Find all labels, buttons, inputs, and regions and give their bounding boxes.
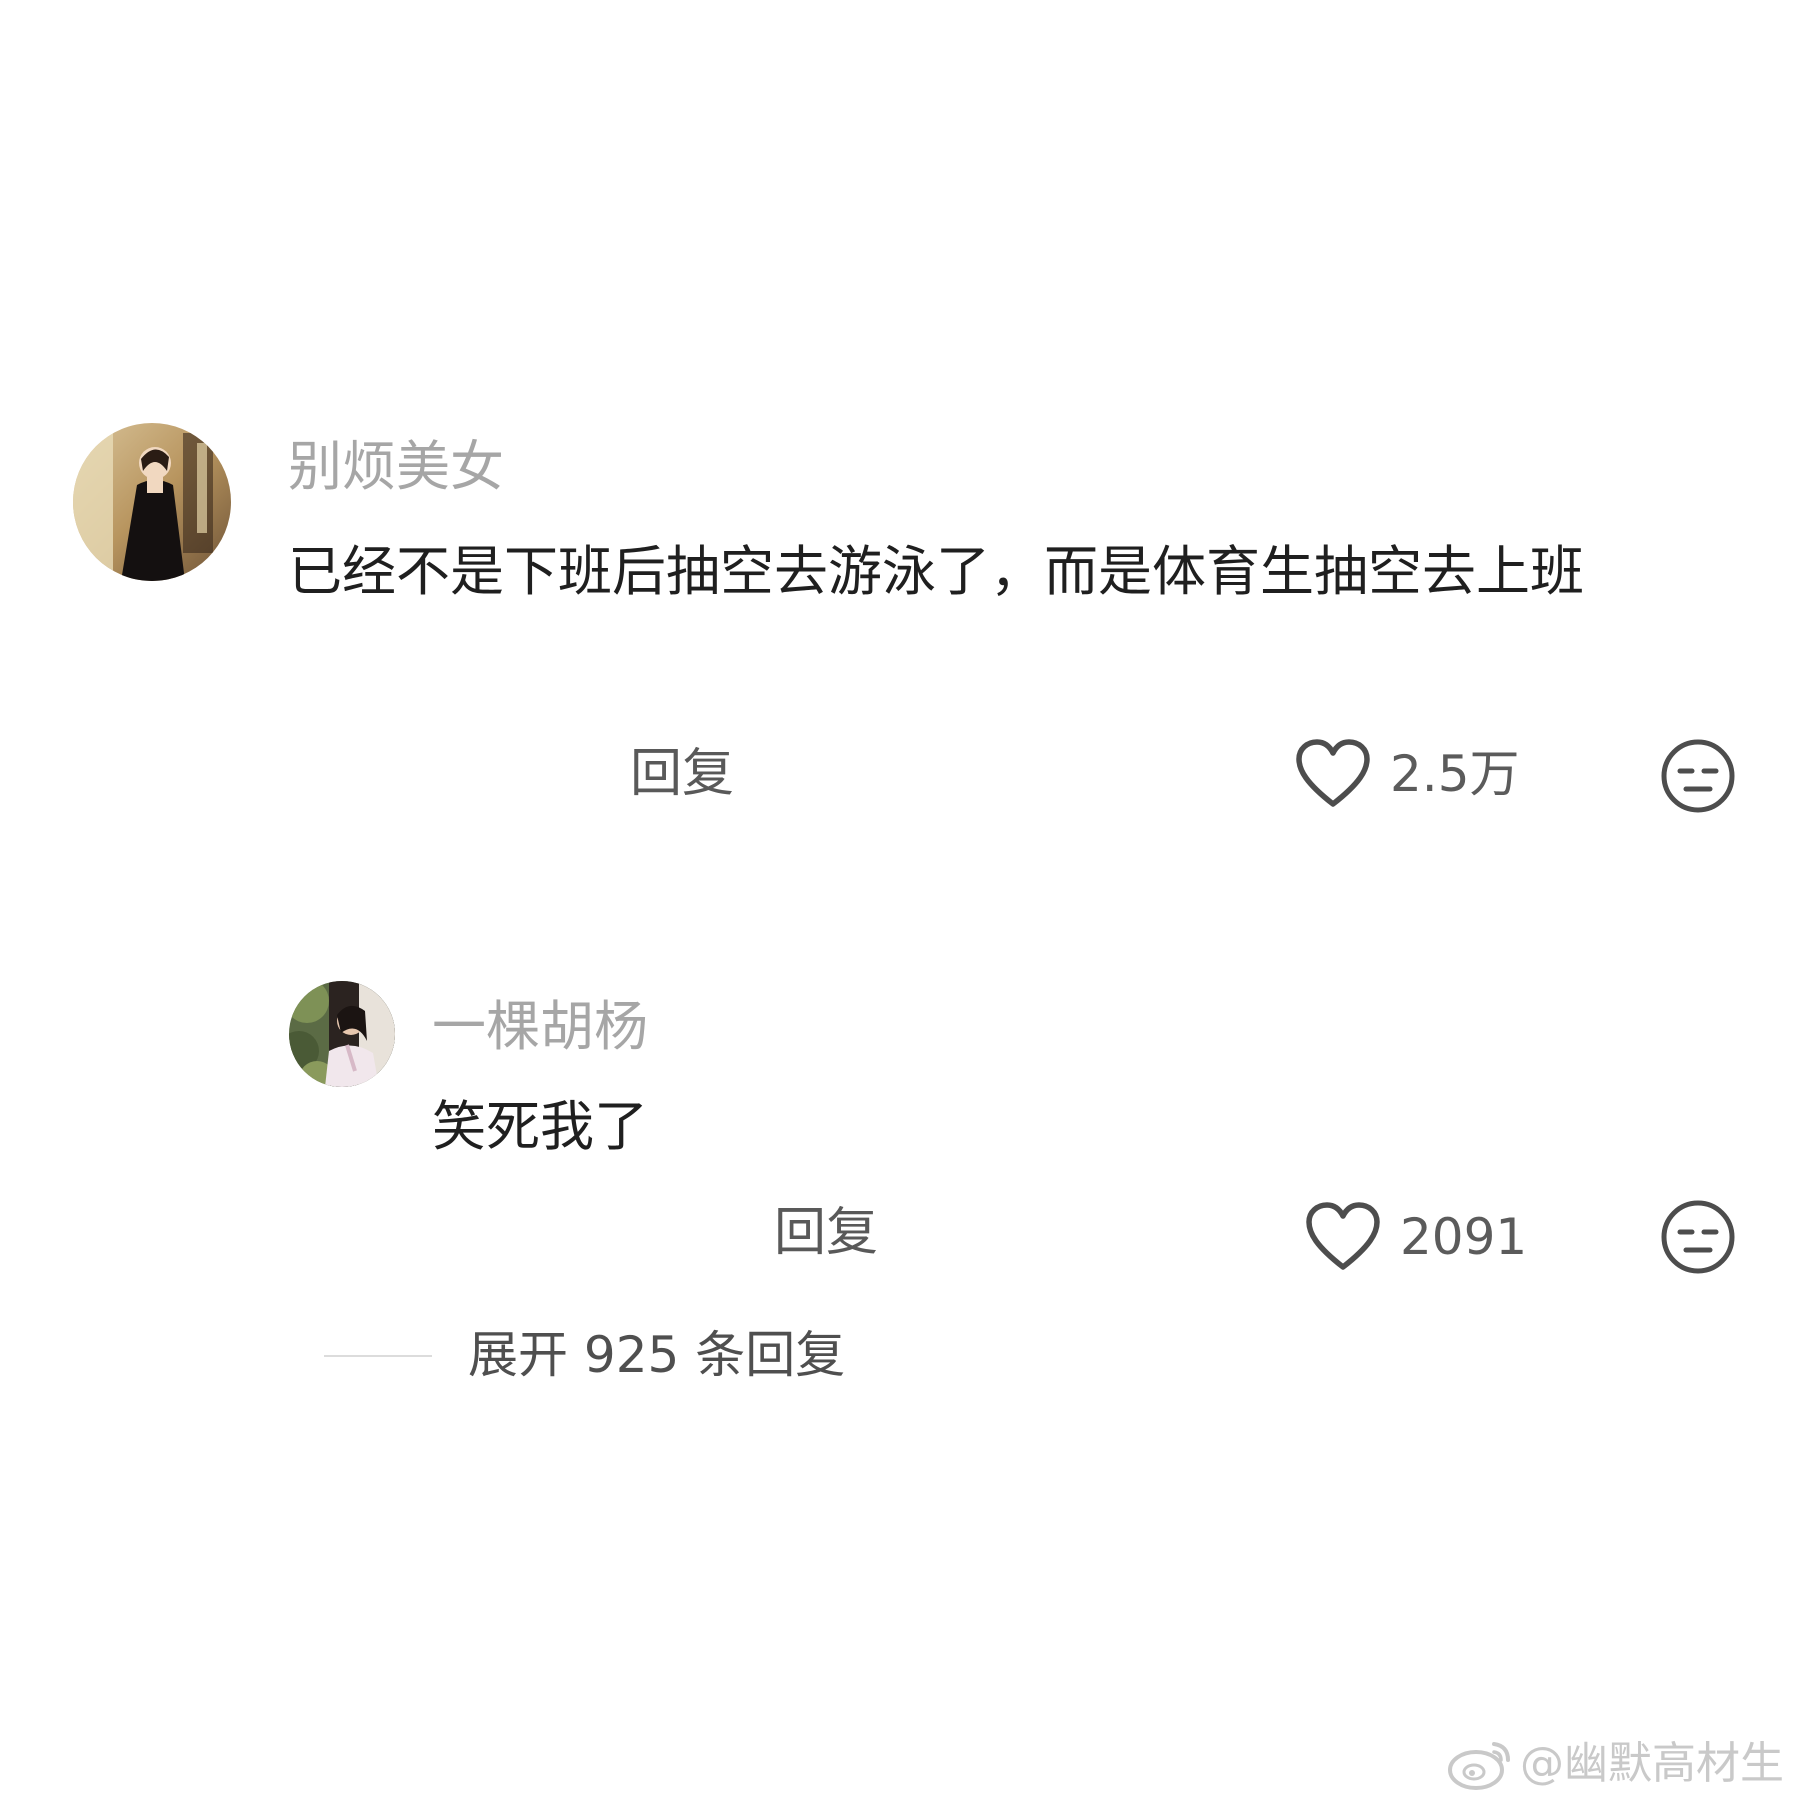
watermark-text: @幽默高材生 — [1520, 1738, 1784, 1789]
expand-replies-button[interactable]: 展开 925 条回复 — [468, 1325, 845, 1385]
comment-2-text: 笑死我了 — [432, 1095, 648, 1158]
comment-1-dislike-button[interactable] — [1660, 738, 1736, 818]
avatar-photo — [73, 423, 231, 581]
comment-1-like-button[interactable]: 2.5万 — [1294, 738, 1520, 810]
weibo-logo-icon — [1448, 1742, 1510, 1790]
meh-face-icon — [1661, 1200, 1735, 1274]
comment-2-avatar[interactable] — [289, 981, 395, 1087]
comment-1-like-count: 2.5万 — [1390, 745, 1520, 803]
comment-1-username[interactable]: 别烦美女 — [288, 437, 504, 497]
expand-replies-divider — [324, 1355, 432, 1357]
comment-1-avatar[interactable] — [73, 423, 231, 581]
comment-2-dislike-button[interactable] — [1660, 1199, 1736, 1279]
comment-2-like-count: 2091 — [1400, 1208, 1528, 1266]
heart-outline-icon — [1306, 1202, 1380, 1270]
watermark: @幽默高材生 — [1446, 1736, 1784, 1792]
comment-2-like-button[interactable]: 2091 — [1304, 1201, 1527, 1273]
comment-1-reply-button[interactable]: 回复 — [630, 744, 734, 804]
comment-2-reply-button[interactable]: 回复 — [774, 1203, 878, 1263]
meh-face-icon — [1661, 739, 1735, 813]
comment-2-username[interactable]: 一棵胡杨 — [432, 997, 648, 1057]
heart-outline-icon — [1296, 739, 1370, 807]
comment-1-text: 已经不是下班后抽空去游泳了，而是体育生抽空去上班 — [288, 540, 1584, 603]
avatar-photo — [289, 981, 395, 1087]
